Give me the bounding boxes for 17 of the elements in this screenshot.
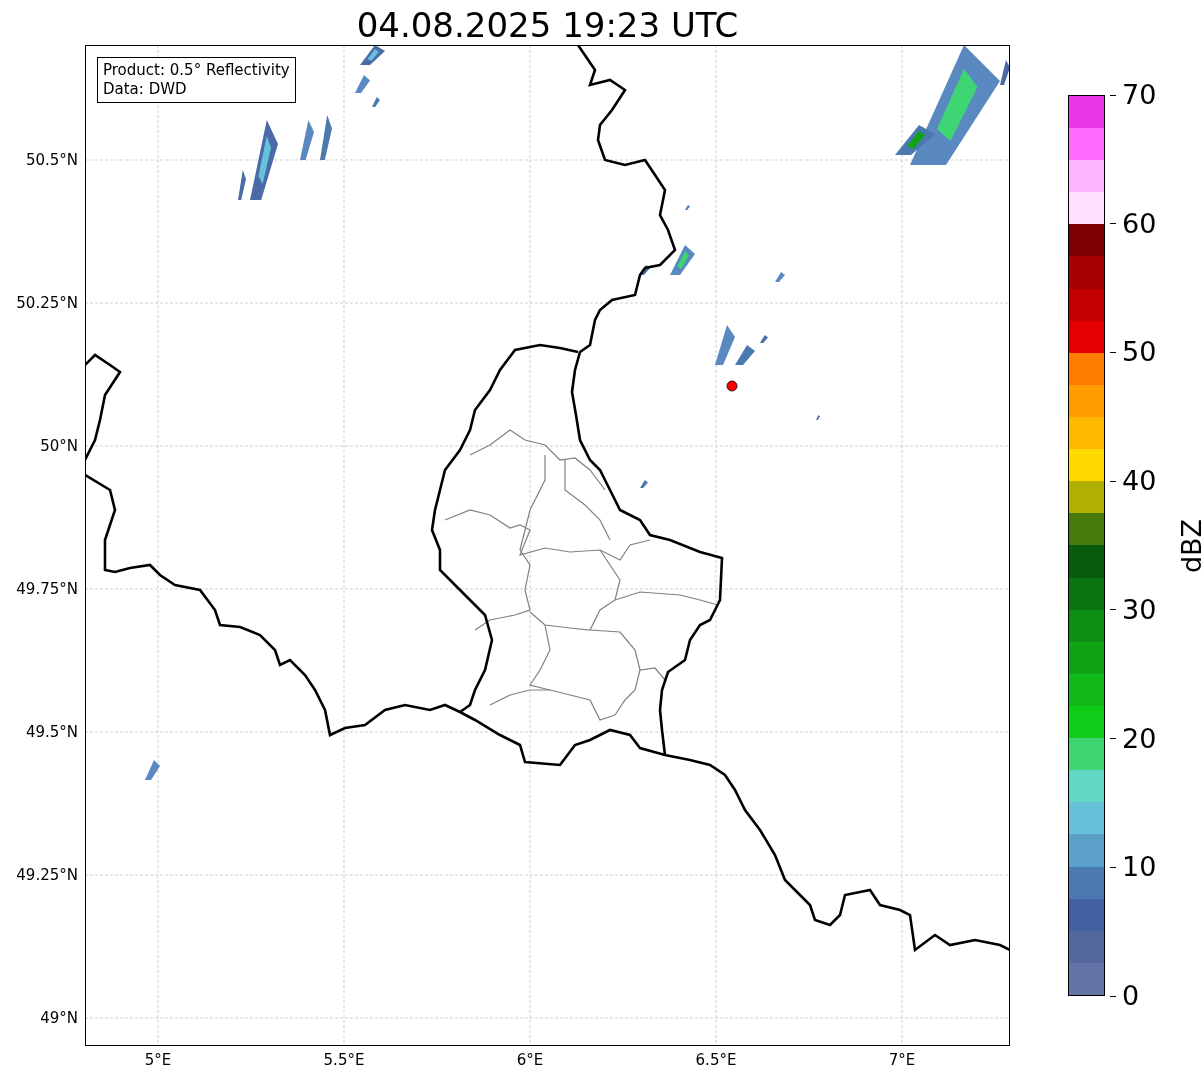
latitude-label: 49.25°N — [16, 866, 78, 884]
longitude-label: 7°E — [888, 1051, 916, 1069]
longitude-label: 6.5°E — [695, 1051, 737, 1069]
latitude-label: 49.75°N — [16, 580, 78, 598]
colorbar-label: dBZ — [1176, 517, 1202, 576]
chart-title: 04.08.2025 19:23 UTC — [355, 4, 740, 47]
latitude-label: 49.5°N — [25, 723, 78, 741]
longitude-label: 6°E — [516, 1051, 544, 1069]
latitude-label: 50.5°N — [25, 151, 78, 169]
legend-text: Data: DWD — [103, 80, 188, 99]
radar-site-marker — [726, 380, 738, 392]
latitude-label: 49°N — [40, 1009, 78, 1027]
longitude-label: 5°E — [144, 1051, 172, 1069]
longitude-label: 5.5°E — [323, 1051, 365, 1069]
legend-text: Product: 0.5° Reflectivity — [103, 61, 290, 80]
latitude-label: 50°N — [40, 437, 78, 455]
latitude-label: 50.25°N — [16, 294, 78, 312]
